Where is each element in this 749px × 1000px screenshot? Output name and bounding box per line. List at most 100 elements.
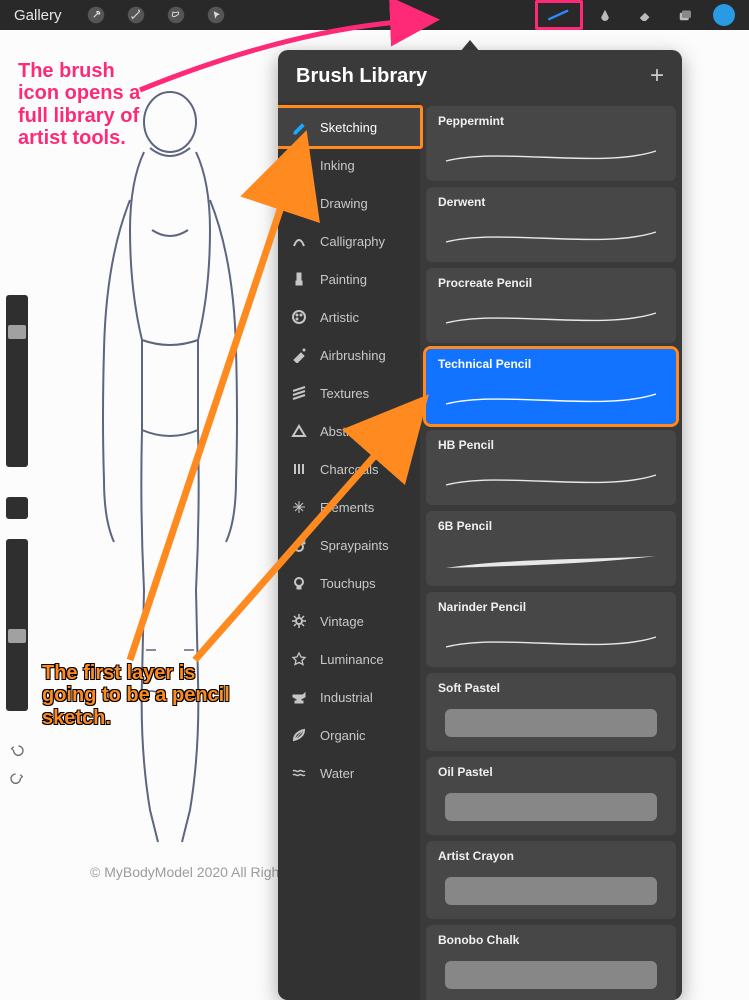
brush-hb-pencil[interactable]: HB Pencil (426, 430, 676, 505)
brush-size-slider[interactable] (6, 295, 28, 467)
smudge-tool-button[interactable] (585, 0, 625, 30)
brush-stroke-preview (436, 141, 666, 171)
category-abstract[interactable]: Abstract (278, 412, 420, 450)
category-label: Industrial (320, 690, 373, 705)
leaf-icon (290, 726, 308, 744)
category-label: Calligraphy (320, 234, 385, 249)
gallery-button[interactable]: Gallery (0, 7, 76, 24)
brush-size-thumb[interactable] (8, 325, 26, 339)
category-sketching[interactable]: Sketching (278, 108, 420, 146)
brush-category-list: Sketching InkingDrawing Calligraphy Paintin… (278, 102, 420, 1000)
calligraphy-icon (290, 232, 308, 250)
waves-icon (290, 764, 308, 782)
sparkle-icon (290, 498, 308, 516)
brush-peppermint[interactable]: Peppermint (426, 106, 676, 181)
triangle-icon (290, 422, 308, 440)
wrench-icon[interactable] (76, 0, 116, 30)
brush-stroke-preview (436, 955, 666, 995)
brush-bonobo-chalk[interactable]: Bonobo Chalk (426, 925, 676, 1000)
star-icon (290, 650, 308, 668)
category-touchups[interactable]: Touchups (278, 564, 420, 602)
category-luminance[interactable]: Luminance (278, 640, 420, 678)
category-drawing[interactable]: Drawing (278, 184, 420, 222)
bars-icon (290, 460, 308, 478)
brush-artist-crayon[interactable]: Artist Crayon (426, 841, 676, 919)
brush-name: Procreate Pencil (438, 276, 664, 290)
category-painting[interactable]: Painting (278, 260, 420, 298)
category-spraypaints[interactable]: Spraypaints (278, 526, 420, 564)
palette-icon (290, 308, 308, 326)
brush-tool-button[interactable] (535, 0, 583, 30)
brush-name: Artist Crayon (438, 849, 664, 863)
wand-icon[interactable] (116, 0, 156, 30)
category-inking[interactable]: Inking (278, 146, 420, 184)
select-icon[interactable] (156, 0, 196, 30)
brush-stroke-preview (436, 546, 666, 576)
brush-name: Bonobo Chalk (438, 933, 664, 947)
brush-stroke-preview (436, 871, 666, 911)
add-brush-button[interactable]: + (650, 62, 664, 90)
category-water[interactable]: Water (278, 754, 420, 792)
brush-oil-pastel[interactable]: Oil Pastel (426, 757, 676, 835)
category-label: Airbrushing (320, 348, 386, 363)
category-vintage[interactable]: Vintage (278, 602, 420, 640)
watermark-text: © MyBodyModel 2020 All Rights (90, 864, 290, 880)
brush-procreate-pencil[interactable]: Procreate Pencil (426, 268, 676, 343)
brush-soft-pastel[interactable]: Soft Pastel (426, 673, 676, 751)
eraser-tool-button[interactable] (625, 0, 665, 30)
panel-title: Brush Library (296, 65, 427, 88)
squiggle-icon (290, 194, 308, 212)
top-toolbar: Gallery (0, 0, 749, 30)
layers-button[interactable] (665, 0, 705, 30)
brush-derwent[interactable]: Derwent (426, 187, 676, 262)
category-label: Touchups (320, 576, 376, 591)
category-organic[interactable]: Organic (278, 716, 420, 754)
brush-list: Peppermint Derwent Procreate Pencil Technic… (420, 102, 682, 1000)
brush-stroke-preview (436, 465, 666, 495)
category-label: Artistic (320, 310, 359, 325)
brush-name: Oil Pastel (438, 765, 664, 779)
category-textures[interactable]: Textures (278, 374, 420, 412)
brush-stroke-preview (436, 222, 666, 252)
brush-opacity-slider[interactable] (6, 539, 28, 711)
anvil-icon (290, 688, 308, 706)
category-charcoals[interactable]: Charcoals (278, 450, 420, 488)
brush-name: Peppermint (438, 114, 664, 128)
category-calligraphy[interactable]: Calligraphy (278, 222, 420, 260)
hatch-icon (290, 384, 308, 402)
color-swatch[interactable] (713, 4, 735, 26)
cursor-icon[interactable] (196, 0, 236, 30)
modify-button[interactable] (6, 497, 28, 519)
brush-stroke-preview (436, 703, 666, 743)
brush-stroke-preview (436, 303, 666, 333)
category-label: Water (320, 766, 354, 781)
category-industrial[interactable]: Industrial (278, 678, 420, 716)
flatbrush-icon (290, 270, 308, 288)
brush-opacity-thumb[interactable] (8, 629, 26, 643)
category-elements[interactable]: Elements (278, 488, 420, 526)
redo-button[interactable] (6, 767, 28, 789)
brush-narinder-pencil[interactable]: Narinder Pencil (426, 592, 676, 667)
category-label: Charcoals (320, 462, 379, 477)
category-label: Abstract (320, 424, 368, 439)
brush-name: Technical Pencil (438, 357, 664, 371)
gear-icon (290, 612, 308, 630)
brush-name: 6B Pencil (438, 519, 664, 533)
category-airbrushing[interactable]: Airbrushing (278, 336, 420, 374)
brush-name: Narinder Pencil (438, 600, 664, 614)
bulb-icon (290, 574, 308, 592)
brush-name: Derwent (438, 195, 664, 209)
left-slider-dock (0, 295, 34, 795)
category-label: Sketching (320, 120, 377, 135)
brush-technical-pencil[interactable]: Technical Pencil (426, 349, 676, 424)
airbrush-icon (290, 346, 308, 364)
brush-library-panel: Brush Library + Sketching InkingDrawing Ca… (278, 50, 682, 1000)
spray-icon (290, 536, 308, 554)
brush-name: HB Pencil (438, 438, 664, 452)
category-artistic[interactable]: Artistic (278, 298, 420, 336)
undo-button[interactable] (6, 739, 28, 761)
brush-6b-pencil[interactable]: 6B Pencil (426, 511, 676, 586)
category-label: Elements (320, 500, 374, 515)
brush-name: Soft Pastel (438, 681, 664, 695)
drop-icon (290, 156, 308, 174)
